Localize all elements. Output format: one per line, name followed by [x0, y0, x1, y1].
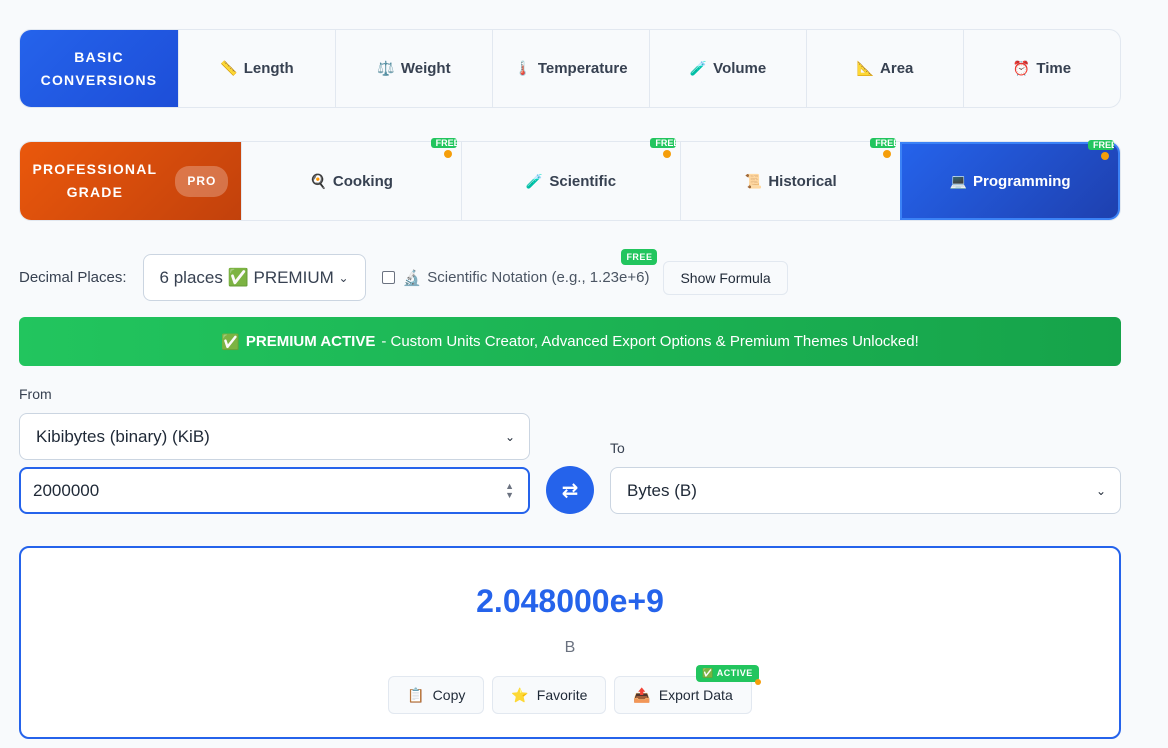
beaker-icon: 🧪: [689, 60, 708, 76]
professional-grade-label: PROFESSIONAL GRADE PRO: [20, 142, 241, 220]
banner-strong: PREMIUM ACTIVE: [245, 333, 376, 350]
tab-length[interactable]: 📏 Length: [178, 30, 335, 107]
tab-area[interactable]: 📐 Area: [806, 30, 963, 107]
free-corner-badge: FREE: [1087, 140, 1114, 150]
free-corner-badge: FREE: [430, 138, 457, 148]
ruler-icon: 📏: [220, 60, 238, 76]
tab-cooking[interactable]: 🍳Cooking FREE: [240, 138, 461, 220]
chevron-down-icon: ⌄: [1095, 483, 1106, 498]
result-panel: 2.048000e+9 B 📋 Copy ⭐ Favorite 📤 Export…: [19, 546, 1121, 739]
result-unit: B: [564, 639, 576, 656]
tab-time[interactable]: ⏰ Time: [963, 30, 1120, 107]
swap-button[interactable]: ⇄: [546, 466, 594, 514]
active-badge: ✅ ACTIVE: [696, 665, 762, 685]
tab-volume[interactable]: 🧪 Volume: [649, 30, 806, 107]
tab-programming[interactable]: 💻Programming FREE: [900, 140, 1120, 220]
basic-conversions-label: BASIC CONVERSIONS: [20, 30, 178, 107]
tab-historical[interactable]: 📜Historical FREE: [680, 138, 900, 220]
triangle-ruler-icon: 📐: [856, 60, 875, 76]
free-badge: FREE: [621, 248, 658, 265]
pro-badge: PRO: [175, 165, 229, 197]
from-label: From: [19, 386, 52, 402]
microscope-icon: 🔬: [402, 269, 422, 287]
tab-weight[interactable]: ⚖️ Weight: [335, 30, 492, 107]
from-unit-select[interactable]: Kibibytes (binary) (KiB) ⌄: [19, 413, 530, 460]
outbox-icon: 📤: [633, 686, 651, 703]
banner-text: - Custom Units Creator, Advanced Export …: [381, 333, 919, 350]
swap-icon: ⇄: [561, 479, 579, 502]
thermometer-icon: 🌡️: [514, 60, 532, 76]
alarm-clock-icon: ⏰: [1012, 60, 1031, 76]
scientific-notation-checkbox[interactable]: [381, 271, 395, 284]
from-value-input[interactable]: 2000000 ▲ ▼: [19, 467, 530, 514]
tab-temperature[interactable]: 🌡️ Temperature: [492, 30, 649, 107]
clipboard-icon: 📋: [407, 686, 425, 703]
check-icon: ✅: [221, 333, 240, 351]
basic-conversions-bar: BASIC CONVERSIONS 📏 Length ⚖️ Weight 🌡️ Temp…: [19, 29, 1121, 108]
premium-active-banner: ✅ PREMIUM ACTIVE - Custom Units Creator,…: [19, 317, 1121, 366]
status-dot: [883, 150, 892, 158]
decimal-places-select[interactable]: 6 places ✅ PREMIUM ⌄: [142, 254, 366, 301]
star-icon: ⭐: [511, 686, 529, 703]
options-row: Decimal Places: 6 places ✅ PREMIUM ⌄ 🔬 S…: [19, 248, 788, 301]
number-stepper[interactable]: ▲ ▼: [505, 481, 514, 500]
professional-grade-bar: PROFESSIONALGRADE PRO 🍳Cooking FREE 🧪Sci…: [19, 138, 1121, 221]
decimal-places-label: Decimal Places:: [19, 269, 127, 286]
test-tube-icon: 🧪: [525, 172, 544, 189]
status-dot: [1100, 152, 1109, 160]
favorite-button[interactable]: ⭐ Favorite: [492, 676, 607, 714]
scroll-icon: 📜: [744, 172, 763, 189]
show-formula-button[interactable]: Show Formula: [663, 260, 788, 295]
scale-icon: ⚖️: [377, 60, 395, 76]
chevron-down-icon: ⌄: [504, 429, 515, 444]
export-data-button[interactable]: 📤 Export Data ✅ ACTIVE: [614, 665, 762, 714]
result-value: 2.048000e+9: [476, 583, 664, 619]
result-actions: 📋 Copy ⭐ Favorite 📤 Export Data ✅ ACTIVE: [21, 665, 1119, 714]
cook-icon: 🍳: [309, 172, 327, 189]
status-dot: [663, 150, 672, 158]
scientific-notation-label: 🔬 Scientific Notation (e.g., 1.23e+6) FR…: [402, 248, 658, 287]
tab-scientific[interactable]: 🧪Scientific FREE: [460, 138, 681, 220]
to-label: To: [610, 440, 625, 456]
status-dot: [443, 150, 452, 158]
free-corner-badge: FREE: [870, 138, 897, 148]
free-corner-badge: FREE: [650, 138, 677, 148]
chevron-down-icon: ⌄: [338, 270, 349, 285]
laptop-icon: 💻: [949, 172, 968, 189]
to-unit-select[interactable]: Bytes (B) ⌄: [610, 467, 1121, 514]
copy-button[interactable]: 📋 Copy: [388, 676, 485, 714]
